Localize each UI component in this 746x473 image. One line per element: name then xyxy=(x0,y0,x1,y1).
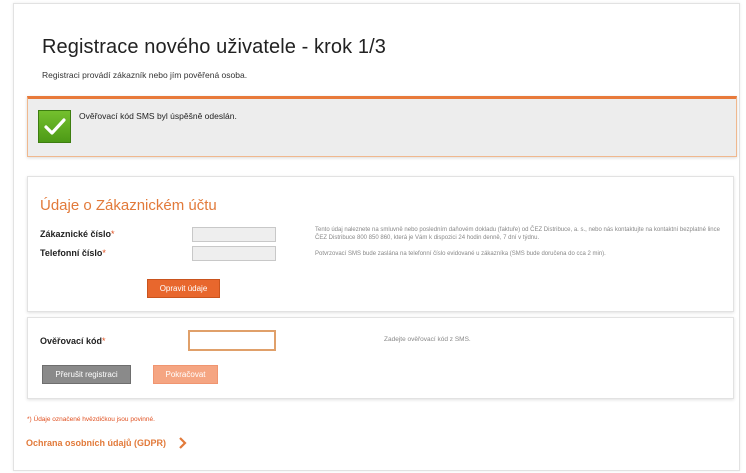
gdpr-link-label: Ochrana osobních údajů (GDPR) xyxy=(26,438,167,448)
chevron-right-icon xyxy=(179,437,187,449)
verification-code-input[interactable] xyxy=(188,330,276,351)
customer-number-field[interactable] xyxy=(192,227,276,242)
page-title: Registrace nového uživatele - krok 1/3 xyxy=(42,36,386,58)
phone-hint: Potvrzovací SMS bude zaslána na telefonn… xyxy=(315,251,606,257)
checkmark-icon xyxy=(38,110,71,143)
customer-number-label: Zákaznické číslo* xyxy=(40,229,115,239)
verification-code-hint: Zadejte ověřovací kód z SMS. xyxy=(384,336,471,343)
edit-details-button[interactable]: Opravit údaje xyxy=(147,279,220,298)
continue-button[interactable]: Pokračovat xyxy=(153,365,218,384)
required-fields-note: *) Údaje označené hvězdičkou jsou povinn… xyxy=(27,416,155,423)
section-title: Údaje o Zákaznickém účtu xyxy=(40,197,217,214)
gdpr-link[interactable]: Ochrana osobních údajů (GDPR) xyxy=(26,437,187,449)
verification-code-label: Ověřovací kód* xyxy=(40,336,106,346)
verification-section: Ověřovací kód* Zadejte ověřovací kód z S… xyxy=(27,317,734,399)
phone-field[interactable] xyxy=(192,246,276,261)
account-section: Údaje o Zákaznickém účtu Zákaznické čísl… xyxy=(27,176,734,312)
alert-message: Ověřovací kód SMS byl úspěšně odeslán. xyxy=(79,111,237,121)
cancel-registration-button[interactable]: Přerušit registraci xyxy=(42,365,131,384)
page-subtitle: Registraci provádí zákazník nebo jím pov… xyxy=(42,70,248,80)
success-alert: Ověřovací kód SMS byl úspěšně odeslán. xyxy=(27,96,737,157)
customer-number-hint: Tento údaj naleznete na smluvně nebo pos… xyxy=(315,227,720,241)
phone-label: Telefonní číslo* xyxy=(40,248,106,258)
